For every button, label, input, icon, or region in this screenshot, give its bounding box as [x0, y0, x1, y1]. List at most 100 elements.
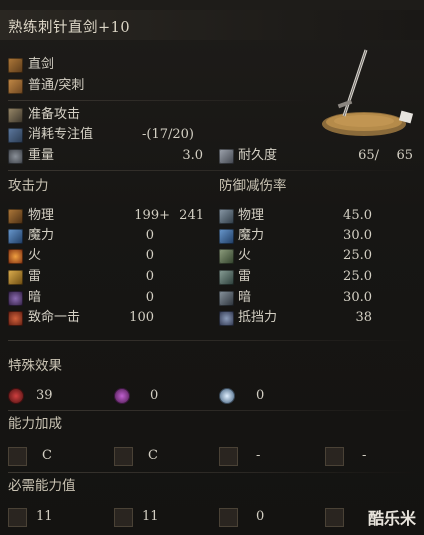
attack-label: 物理: [28, 208, 55, 223]
lightning-icon: [8, 270, 23, 285]
effects-heading: 特殊效果: [8, 358, 62, 374]
defense-row: 抵挡力 38: [210, 308, 424, 328]
sword-physical-icon: [8, 209, 23, 224]
fire-icon: [8, 249, 23, 264]
item-detail-panel: 熟练刺针直剑+10 直剑 普通/突刺 准备攻击 消耗专注值 -(17/20) 重…: [0, 0, 424, 535]
attack-value: 0: [145, 248, 154, 263]
poison-value: 0: [150, 388, 159, 403]
attack-row: 物理 199+ 241: [0, 206, 220, 226]
divider: [8, 472, 416, 473]
effects-row: 39 0 0: [0, 386, 424, 406]
intelligence-requirement: 0: [256, 509, 265, 524]
faith-scaling: -: [362, 448, 367, 463]
durability-icon: [219, 149, 234, 164]
skill-icon: [8, 108, 23, 123]
attack-type: 普通/突刺: [28, 78, 85, 93]
defense-label: 抵挡力: [238, 310, 278, 325]
divider: [8, 100, 308, 101]
durability-current: 65/: [358, 148, 379, 163]
attack-bonus: 241: [179, 208, 204, 223]
weapon-name: 熟练刺针直剑+10: [8, 20, 131, 36]
intelligence-icon: [219, 447, 238, 466]
attack-row: 雷 0: [0, 267, 220, 287]
divider: [8, 170, 416, 171]
weapon-image: [322, 49, 414, 136]
divider: [8, 340, 416, 341]
defense-row: 火 25.0: [210, 246, 424, 266]
attack-value: 100: [129, 310, 154, 325]
stability-icon: [219, 311, 234, 326]
watermark: 酷乐米: [367, 509, 416, 528]
fp-cost-label: 消耗专注值: [28, 127, 94, 142]
skill-row: 准备攻击: [0, 105, 300, 125]
dexterity-requirement: 11: [142, 509, 159, 524]
frost-value: 0: [256, 388, 265, 403]
attack-type-row: 普通/突刺: [0, 76, 300, 96]
fp-cost-value: -(17/20): [142, 127, 194, 142]
attack-value: 199+: [134, 208, 170, 223]
weapon-type-icon: [8, 58, 23, 73]
attack-label: 魔力: [28, 228, 55, 243]
weight-icon: [8, 149, 23, 164]
defense-label: 魔力: [238, 228, 265, 243]
attack-row: 魔力 0: [0, 226, 220, 246]
attack-type-icon: [8, 79, 23, 94]
strength-scaling: C: [42, 448, 52, 463]
scaling-row: C C - -: [0, 446, 424, 466]
defense-row: 暗 30.0: [210, 288, 424, 308]
faith-icon: [325, 508, 344, 527]
attack-label: 致命一击: [28, 310, 81, 325]
skill-name: 准备攻击: [28, 107, 81, 122]
defense-row: 魔力 30.0: [210, 226, 424, 246]
intelligence-icon: [219, 508, 238, 527]
durability-label: 耐久度: [238, 148, 278, 163]
shield-magic-icon: [219, 229, 234, 244]
strength-requirement: 11: [36, 509, 53, 524]
critical-icon: [8, 311, 23, 326]
defense-value: 45.0: [343, 208, 372, 223]
shield-dark-icon: [219, 291, 234, 306]
defense-label: 暗: [238, 290, 252, 305]
defense-label: 物理: [238, 208, 265, 223]
poison-icon: [114, 388, 130, 404]
weapon-type-row: 直剑: [0, 55, 300, 75]
weight-value: 3.0: [182, 148, 203, 163]
frost-icon: [219, 388, 235, 404]
bleed-value: 39: [36, 388, 53, 403]
defense-value: 38: [355, 310, 372, 325]
attack-value: 0: [145, 269, 154, 284]
faith-icon: [325, 447, 344, 466]
strength-icon: [8, 447, 27, 466]
attack-heading: 攻击力: [8, 178, 49, 194]
shield-physical-icon: [219, 209, 234, 224]
attack-row: 暗 0: [0, 288, 220, 308]
defense-row: 雷 25.0: [210, 267, 424, 287]
attack-row: 致命一击 100: [0, 308, 220, 328]
attack-value: 0: [145, 228, 154, 243]
defense-label: 雷: [238, 269, 252, 284]
requirements-heading: 必需能力值: [8, 478, 76, 494]
defense-row: 物理 45.0: [210, 206, 424, 226]
defense-value: 30.0: [343, 290, 372, 305]
dexterity-icon: [114, 447, 133, 466]
dark-icon: [8, 291, 23, 306]
intelligence-scaling: -: [256, 448, 261, 463]
attack-label: 暗: [28, 290, 42, 305]
attack-value: 0: [145, 290, 154, 305]
weight-durability-row: 重量 3.0 耐久度 65/ 65: [0, 146, 424, 166]
fp-cost-row: 消耗专注值 -(17/20): [0, 125, 300, 145]
shield-fire-icon: [219, 249, 234, 264]
attack-row: 火 0: [0, 246, 220, 266]
dexterity-icon: [114, 508, 133, 527]
weapon-type: 直剑: [28, 57, 55, 72]
dexterity-scaling: C: [148, 448, 158, 463]
scaling-heading: 能力加成: [8, 416, 62, 432]
defense-value: 25.0: [343, 248, 372, 263]
attack-label: 雷: [28, 269, 42, 284]
defense-heading: 防御减伤率: [219, 178, 287, 194]
defense-label: 火: [238, 248, 252, 263]
magic-icon: [8, 229, 23, 244]
defense-value: 30.0: [343, 228, 372, 243]
attack-label: 火: [28, 248, 42, 263]
durability-max: 65: [396, 148, 413, 163]
